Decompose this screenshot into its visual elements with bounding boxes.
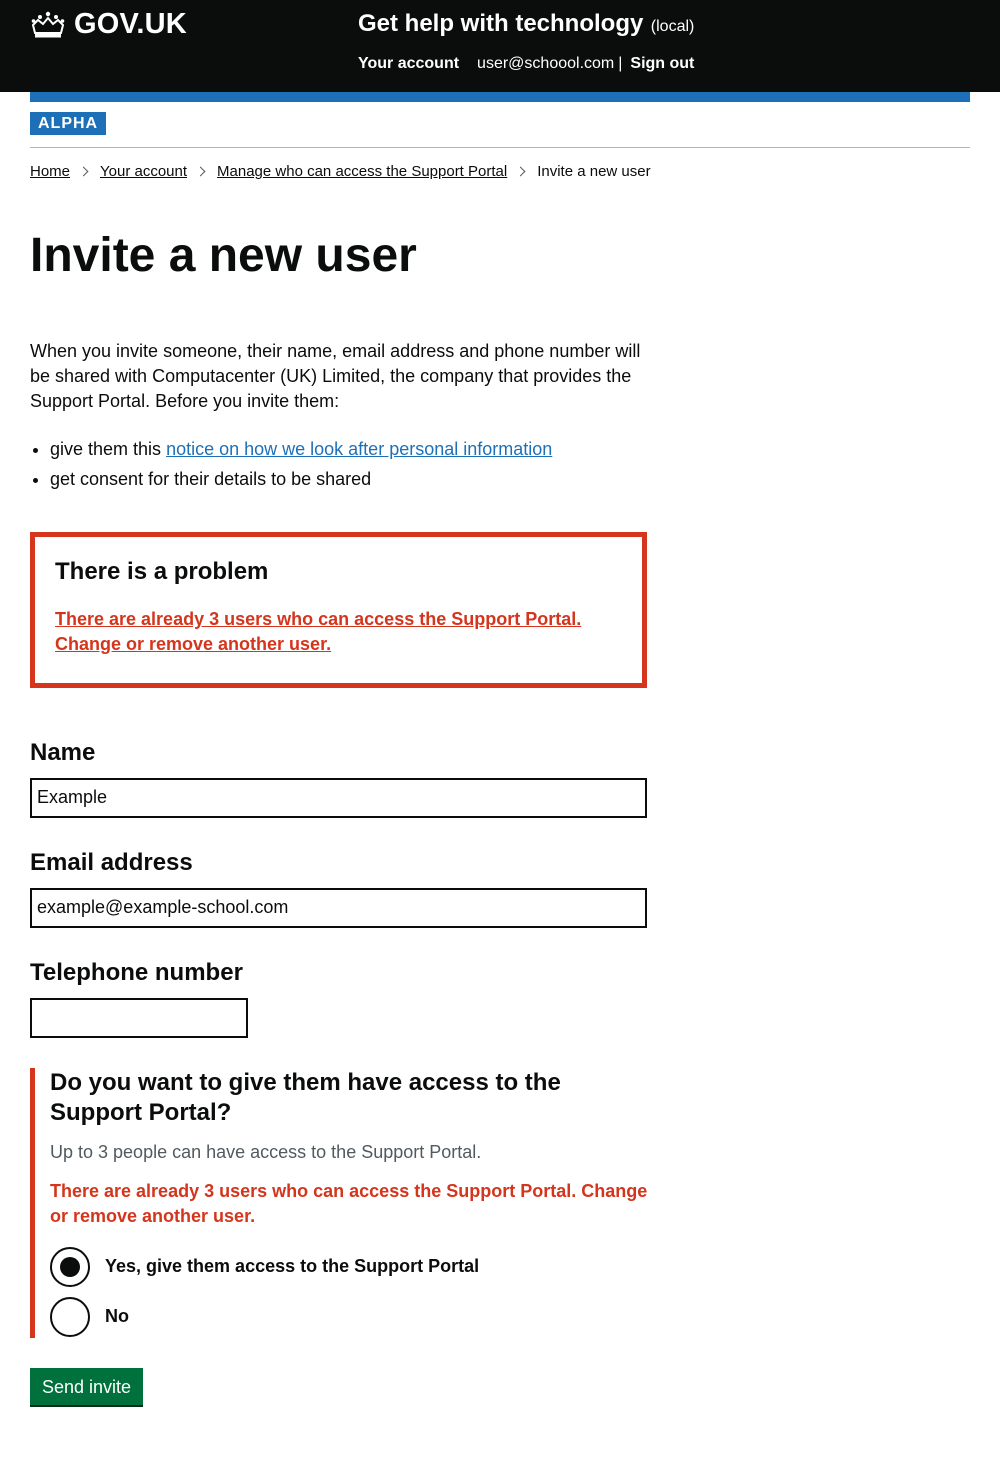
chevron-right-icon [515, 166, 526, 177]
header-blue-bar [30, 92, 970, 102]
instructions-list: give them this notice on how we look aft… [30, 434, 650, 494]
service-name-link[interactable]: Get help with technology [358, 10, 643, 37]
telephone-input[interactable] [30, 997, 248, 1038]
radio-label-yes: Yes, give them access to the Support Por… [105, 1256, 480, 1277]
environment-label: (local) [650, 18, 695, 35]
telephone-label: Telephone number [30, 958, 243, 986]
govuk-logo-link[interactable]: GOV.UK [30, 8, 187, 41]
list-item: give them this notice on how we look aft… [50, 434, 650, 464]
phase-tag: ALPHA [30, 112, 107, 135]
crown-icon [31, 11, 65, 37]
privacy-notice-link[interactable]: notice on how we look after personal inf… [166, 439, 552, 459]
error-summary-link[interactable]: There are already 3 users who can access… [55, 607, 622, 657]
chevron-right-icon [78, 166, 89, 177]
breadcrumb-home-link[interactable]: Home [30, 163, 70, 180]
list-item: get consent for their details to be shar… [50, 464, 650, 494]
email-label: Email address [30, 848, 193, 876]
header-navigation: Your account user@schoool.com | Sign out [358, 55, 694, 73]
error-summary: There is a problem There are already 3 u… [30, 531, 647, 688]
breadcrumb-your-account-link[interactable]: Your account [100, 163, 187, 180]
access-error-message: There are already 3 users who can access… [50, 1180, 648, 1226]
radio-label-no: No [105, 1306, 129, 1327]
email-input[interactable] [30, 887, 647, 928]
main-content: Invite a new user When you invite someon… [30, 229, 650, 1405]
user-email: user@schoool.com [477, 55, 615, 72]
chevron-right-icon [195, 166, 206, 177]
nav-separator: | [618, 55, 623, 72]
name-field-group: Name [30, 738, 650, 818]
nav-your-account-link[interactable]: Your account [358, 55, 459, 73]
email-field-group: Email address [30, 848, 650, 928]
name-input[interactable] [30, 777, 647, 818]
radio-unchecked-icon[interactable] [50, 1296, 90, 1337]
intro-paragraph: When you invite someone, their name, ema… [30, 340, 641, 411]
breadcrumb-current: Invite a new user [537, 163, 651, 180]
breadcrumb-manage-access-link[interactable]: Manage who can access the Support Portal [217, 163, 507, 180]
support-portal-access-fieldset: Do you want to give them have access to … [30, 1067, 650, 1338]
logo-text: GOV.UK [74, 8, 187, 40]
name-label: Name [30, 738, 96, 766]
list-item-text: give them this [50, 438, 167, 459]
error-summary-title: There is a problem [55, 557, 269, 585]
breadcrumb: Home Your account Manage who can access … [30, 163, 651, 180]
send-invite-button[interactable]: Send invite [30, 1367, 144, 1405]
site-header: GOV.UK Get help with technology (local) … [0, 0, 1000, 92]
radio-option-yes[interactable]: Yes, give them access to the Support Por… [50, 1246, 650, 1287]
service-title: Get help with technology (local) [358, 10, 694, 38]
access-hint: Up to 3 people can have access to the Su… [50, 1141, 482, 1162]
radio-checked-icon[interactable] [50, 1246, 90, 1287]
telephone-field-group: Telephone number [30, 958, 650, 1038]
phase-banner: ALPHA [30, 102, 970, 148]
radio-option-no[interactable]: No [50, 1296, 650, 1337]
sign-out-link[interactable]: Sign out [630, 55, 694, 73]
access-question-legend: Do you want to give them have access to … [50, 1068, 561, 1126]
page-title: Invite a new user [30, 229, 417, 282]
